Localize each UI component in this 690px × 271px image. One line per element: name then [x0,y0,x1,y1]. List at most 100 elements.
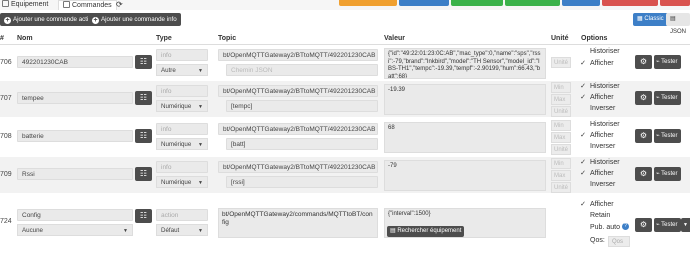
value-display: -79 [384,160,546,191]
json-path-input[interactable]: [rssi] [226,176,378,188]
column-header-value: Valeur [384,35,406,42]
refresh-icon[interactable]: ⟳ [116,0,123,10]
option-display[interactable]: ✓ Afficher [580,169,614,179]
check-icon: ✓ [580,120,586,128]
search-equipment-button[interactable]: ▤ Rechercher équipement [387,226,465,237]
gear-icon[interactable]: ⚙ [635,91,652,105]
test-button[interactable]: ⌁ Tester [654,91,681,105]
check-icon: ✓ [580,94,586,101]
command-subtype-select[interactable]: Défaut ▼ [156,224,208,236]
command-subtype-select[interactable]: Numérique ▼ [156,138,208,150]
unit-input[interactable]: Unité [551,57,571,68]
option-historize[interactable]: ✓ Historiser [580,47,620,57]
configure-icon[interactable]: ☷ [135,55,152,69]
test-button[interactable]: ⌁ Tester [654,129,681,143]
max-input[interactable]: Max [551,170,571,181]
command-name-input[interactable]: 492201230CAB [17,56,133,68]
option-display[interactable]: ✓ Afficher [580,200,614,210]
command-name-input[interactable]: tempee [17,92,133,104]
test-label: Tester [661,59,678,65]
topic-button[interactable] [451,0,503,6]
option-retain[interactable]: ✓ Retain [580,211,610,221]
configure-icon[interactable]: ☷ [135,167,152,181]
json-view-button[interactable]: ▤ JSON [666,13,690,35]
option-display[interactable]: ✓ Afficher [580,93,614,103]
min-input[interactable]: Min [551,158,571,169]
option-invert[interactable]: ✓ Inverser [580,142,615,152]
caret-down-icon[interactable]: ▼ [681,218,690,232]
remove-button[interactable] [602,0,658,6]
topic-input[interactable]: bt/OpenMQTTGateway2/BTtoMQTT/492201230CA… [218,85,378,97]
gear-icon[interactable]: ⚙ [635,129,652,143]
help-icon[interactable]: ? [621,223,629,230]
topic-input[interactable]: bt/OpenMQTTGateway2/commands/MQTTtoBT/co… [218,208,378,238]
json-path-input[interactable]: [batt] [226,138,378,150]
max-input[interactable]: Max [551,94,571,105]
topic-input[interactable]: bt/OpenMQTTGateway2/BTtoMQTT/492201230CA… [218,161,378,173]
topic-input[interactable]: bt/OpenMQTTGateway2/BTtoMQTT/492201230CA… [218,123,378,135]
check-icon: ✓ [580,47,586,55]
caret-down-icon: ▼ [198,180,203,186]
subtype-label: Numérique [161,141,192,148]
duplicate-button[interactable] [562,0,600,6]
configure-icon[interactable]: ☷ [135,129,152,143]
add-action-command-button[interactable]: + Ajouter une commande action [0,13,100,26]
command-name-input[interactable]: Rssi [17,168,133,180]
advanced-config-button[interactable] [505,0,560,6]
option-historize[interactable]: ✓ Historiser [580,82,620,92]
check-icon: ✓ [580,180,586,188]
unit-input[interactable]: Unité [551,182,571,193]
command-name-input[interactable]: Config [17,209,133,221]
json-label: JSON [670,29,687,35]
option-invert[interactable]: ✓ Inverser [580,104,615,114]
qos-input[interactable]: Qos [608,236,630,247]
plus-circle-icon: + [92,17,99,24]
command-subtype-select[interactable]: Numérique ▼ [156,100,208,112]
gear-icon[interactable]: ⚙ [635,55,652,69]
option-display[interactable]: ✓ Afficher [580,131,614,141]
test-label: Tester [661,95,678,101]
test-label: Tester [661,133,678,139]
test-button[interactable]: ⌁ Tester [654,167,681,181]
configure-icon[interactable]: ☷ [135,91,152,105]
template-button[interactable] [339,0,397,6]
min-input[interactable]: Min [551,82,571,93]
json-template-button[interactable] [399,0,449,6]
option-pub-auto[interactable]: ✓ Pub. auto? [580,223,629,233]
tab-equipment[interactable]: Equipement [2,0,48,10]
test-button[interactable]: ⌁ Tester [654,218,681,232]
command-name-input[interactable]: batterie [17,130,133,142]
configure-icon[interactable]: ☷ [135,209,152,223]
caret-down-icon: ▼ [198,68,203,74]
max-input[interactable]: Max [551,132,571,143]
value-display: {"id":"49:22:01:23:0C:AB","mac_type":0,"… [384,48,546,79]
test-button[interactable]: ⌁ Tester [654,55,681,69]
command-subtype-select[interactable]: Numérique ▼ [156,176,208,188]
command-type-field: action [156,209,208,221]
unit-input[interactable]: Unité [551,106,571,117]
min-input[interactable]: Min [551,120,571,131]
unit-input[interactable]: Unité [551,144,571,155]
add-info-label: Ajouter une commande info [101,16,177,23]
topic-input[interactable]: bt/OpenMQTTGateway2/BTtoMQTT/492201230CA… [218,49,378,61]
option-label: Historiser [590,48,620,55]
json-path-input[interactable]: Chemin JSON [226,64,378,76]
classic-view-button[interactable]: ▦ Classic [633,13,668,26]
add-info-command-button[interactable]: + Ajouter une commande info [88,13,181,26]
option-label: Afficher [590,201,614,208]
gear-icon[interactable]: ⚙ [635,218,652,232]
option-historize[interactable]: ✓ Historiser [580,158,620,168]
json-path-input[interactable]: [tempc] [226,100,378,112]
command-id: 706 [0,59,12,66]
caret-down-icon: ▼ [198,142,203,148]
tab-commands[interactable]: Commandes [58,0,117,10]
command-id: 708 [0,133,12,140]
command-id: 709 [0,171,12,178]
gear-icon[interactable]: ⚙ [635,167,652,181]
option-invert[interactable]: ✓ Inverser [580,180,615,190]
option-historize[interactable]: ✓ Historiser [580,120,620,130]
command-subtype-select[interactable]: Autre ▼ [156,64,208,76]
value-info-select[interactable]: Aucune ▼ [17,224,133,236]
option-display[interactable]: ✓ Afficher [580,59,614,69]
delete-button[interactable] [660,0,690,6]
